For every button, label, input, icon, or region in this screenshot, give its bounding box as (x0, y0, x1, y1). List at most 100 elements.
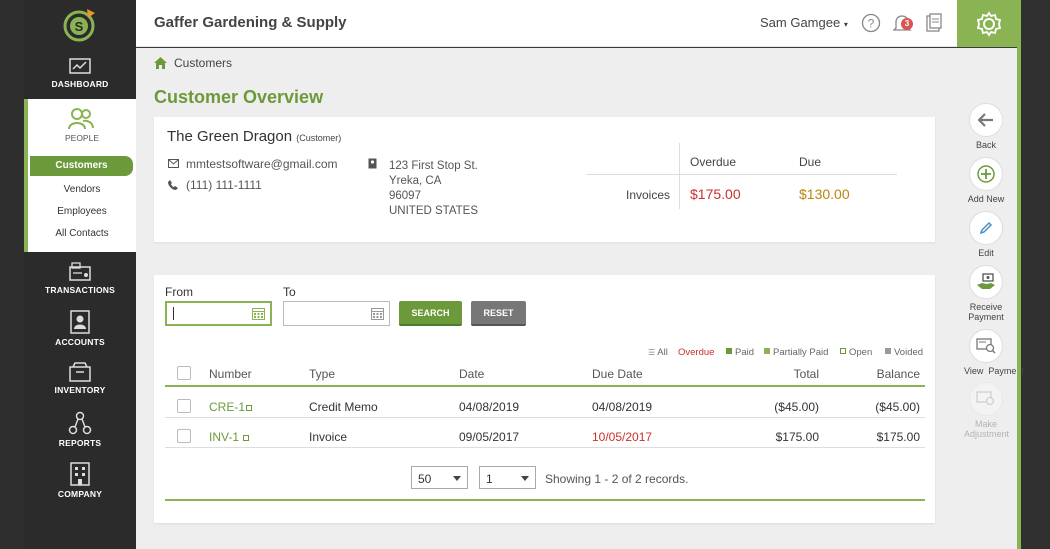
nav-company-label: COMPANY (57, 489, 103, 499)
caret-down-icon: ▾ (843, 20, 848, 29)
legend-paid[interactable]: Paid (726, 347, 754, 358)
view-receipt-icon (976, 338, 996, 354)
search-button[interactable]: SEARCH (399, 301, 462, 326)
main-content: Customers Customer Overview The Green Dr… (136, 48, 964, 549)
row-type: Credit Memo (309, 400, 378, 414)
nav-dashboard[interactable]: DASHBOARD (24, 58, 136, 89)
voided-swatch (885, 348, 891, 354)
row-date: 09/05/2017 (459, 430, 520, 444)
page-select[interactable]: 1 (479, 466, 536, 489)
clipboard-icon[interactable] (925, 13, 943, 33)
reset-button[interactable]: RESET (471, 301, 526, 326)
legend-partially-paid[interactable]: Partially Paid (764, 347, 828, 358)
right-accent-bar (1017, 0, 1021, 549)
page-value: 1 (486, 472, 493, 486)
app-logo[interactable]: S (24, 0, 136, 47)
col-number[interactable]: Number (209, 367, 252, 381)
col-total[interactable]: Total (774, 367, 819, 381)
overdue-amount: $175.00 (690, 186, 741, 202)
left-background (0, 0, 24, 549)
list-icon: ☰ (648, 348, 656, 357)
user-name: Sam Gamgee (760, 15, 841, 30)
nav-people[interactable]: PEOPLE Customers Vendors Employees All C… (24, 99, 136, 252)
nav-reports-label: REPORTS (58, 438, 102, 448)
nav-accounts[interactable]: ACCOUNTS (24, 310, 136, 347)
customer-name: The Green Dragon (167, 128, 293, 145)
back-circle (969, 103, 1003, 137)
col-type[interactable]: Type (309, 367, 335, 381)
col-due-date[interactable]: Due Date (592, 367, 643, 381)
receive-circle (969, 265, 1003, 299)
dropdown-arrow-icon (521, 476, 529, 481)
notifications-button[interactable]: 3 (892, 13, 916, 35)
legend-open[interactable]: Open (840, 347, 872, 358)
row-checkbox[interactable] (177, 399, 191, 413)
settings-button[interactable] (957, 0, 1020, 47)
nav-accounts-label: ACCOUNTS (55, 337, 105, 347)
address-line-4: UNITED STATES (389, 205, 479, 217)
sub-vendors[interactable]: Vendors (28, 184, 136, 195)
summary-rule (586, 174, 897, 175)
action-rail: Back Add New Edit Receive Payment View P… (964, 48, 1024, 549)
view-payment-button[interactable]: View Payment (964, 329, 1024, 376)
logo-icon: S (63, 8, 95, 41)
from-date-input[interactable] (165, 301, 272, 326)
address-line-1: 123 First Stop St. (389, 160, 478, 172)
notification-badge: 3 (901, 18, 913, 30)
nav-inventory[interactable]: INVENTORY (24, 362, 136, 395)
summary-divider (679, 143, 680, 209)
make-adjustment-button[interactable]: Make Adjustment (964, 382, 1009, 439)
to-date-input[interactable] (283, 301, 390, 326)
customer-email[interactable]: mmtestsoftware@gmail.com (186, 157, 338, 171)
partial-swatch (764, 348, 770, 354)
nav-transactions[interactable]: TRANSACTIONS (24, 262, 136, 295)
hand-money-icon (977, 273, 995, 289)
row-checkbox[interactable] (177, 429, 191, 443)
back-button[interactable]: Back (964, 103, 1008, 150)
address-line-3: 96097 (389, 190, 421, 202)
row-number-link[interactable]: CRE-1 (209, 400, 245, 414)
col-date[interactable]: Date (459, 367, 484, 381)
select-all-checkbox[interactable] (177, 366, 191, 380)
add-new-button[interactable]: Add New (964, 157, 1008, 204)
add-circle (969, 157, 1003, 191)
legend-overdue[interactable]: Overdue (678, 347, 714, 358)
legend-all[interactable]: ☰ All (648, 347, 668, 358)
records-count: Showing 1 - 2 of 2 records. (545, 472, 689, 486)
header-rule (165, 385, 925, 387)
nav-reports[interactable]: REPORTS (24, 411, 136, 448)
user-menu[interactable]: Sam Gamgee ▾ (760, 15, 848, 30)
company-name: Gaffer Gardening & Supply (154, 14, 347, 31)
footer-rule (165, 499, 925, 501)
customer-name-row: The Green Dragon (Customer) (167, 128, 341, 145)
address-line-2: Yreka, CA (389, 175, 442, 187)
transactions-icon (69, 262, 91, 281)
sub-employees[interactable]: Employees (28, 206, 136, 217)
receive-payment-button[interactable]: Receive Payment (964, 265, 1008, 322)
sub-all-contacts[interactable]: All Contacts (28, 228, 136, 239)
building-icon (70, 462, 90, 486)
col-balance[interactable]: Balance (864, 367, 920, 381)
home-icon[interactable] (154, 57, 167, 69)
help-icon[interactable]: ? (861, 13, 881, 33)
row-number-link[interactable]: INV-1 (209, 430, 239, 444)
nav-company[interactable]: COMPANY (24, 462, 136, 499)
customer-phone: (111) 111-1111 (186, 178, 262, 192)
per-page-select[interactable]: 50 (411, 466, 468, 489)
row-type: Invoice (309, 430, 348, 444)
svg-text:?: ? (868, 17, 875, 31)
legend-voided[interactable]: Voided (885, 347, 923, 358)
pencil-icon (979, 221, 993, 235)
adjust-receipt-icon (976, 391, 995, 406)
calendar-icon[interactable] (252, 307, 265, 320)
edit-label: Edit (978, 248, 994, 258)
breadcrumb[interactable]: Customers (174, 56, 232, 70)
calendar-icon[interactable] (371, 307, 384, 320)
row-divider (165, 417, 925, 418)
page-title: Customer Overview (154, 87, 324, 107)
open-swatch (840, 348, 846, 354)
sub-customers[interactable]: Customers (30, 156, 133, 176)
row-total: $175.00 (775, 430, 819, 444)
legend-voided-label: Voided (894, 347, 924, 358)
edit-button[interactable]: Edit (964, 211, 1008, 258)
